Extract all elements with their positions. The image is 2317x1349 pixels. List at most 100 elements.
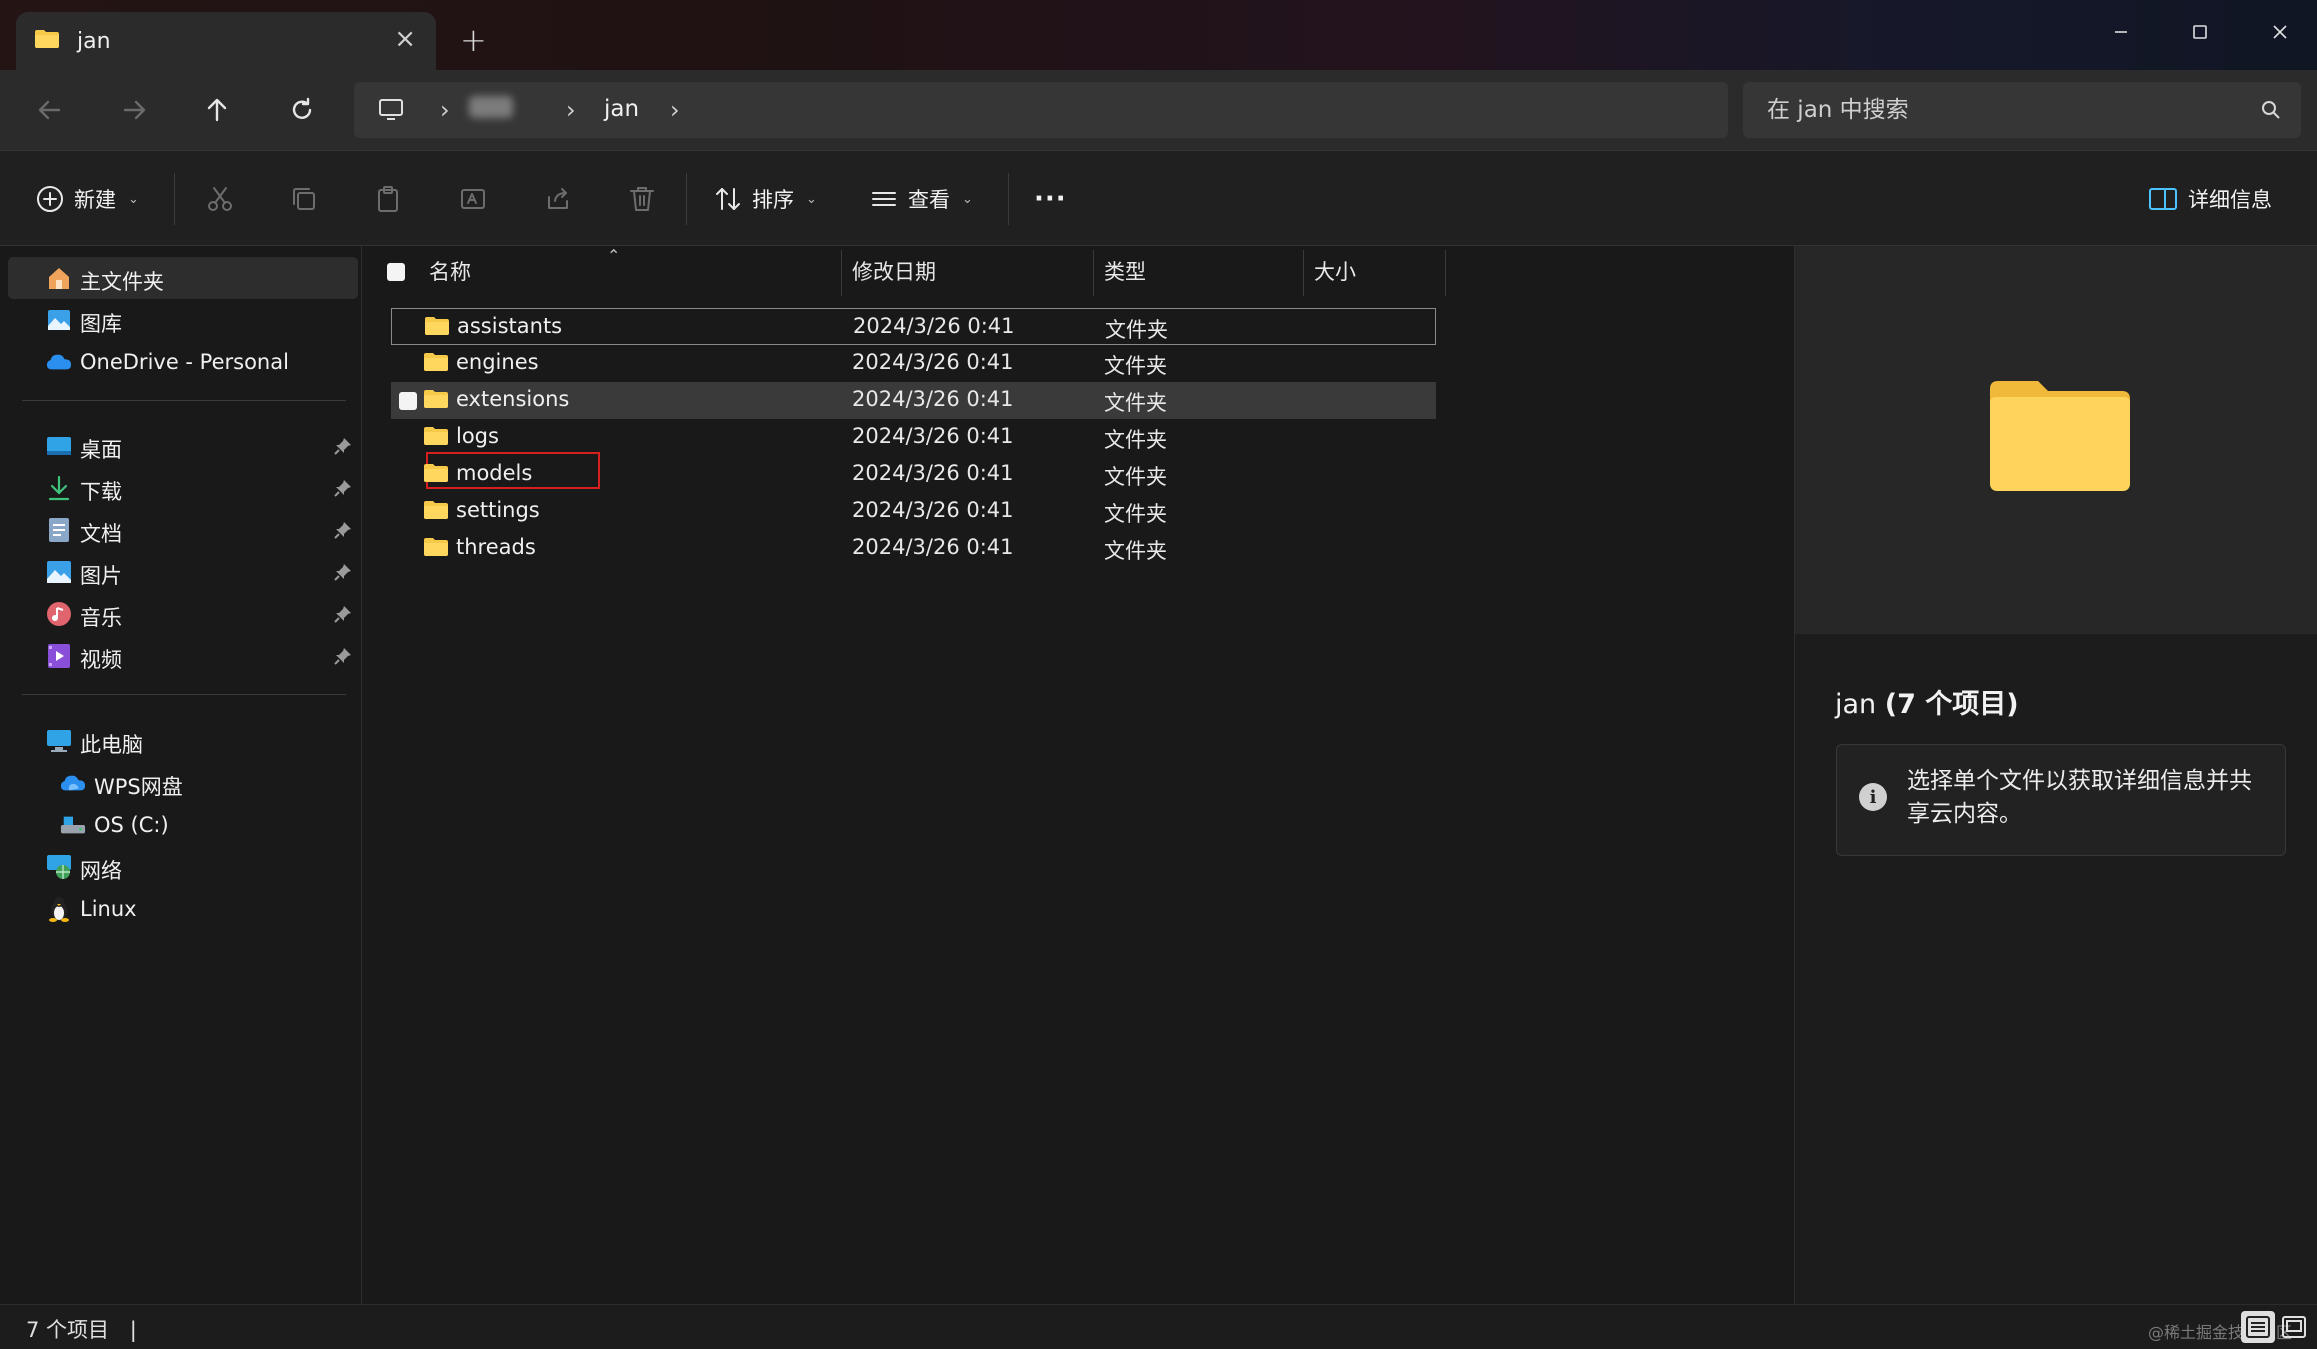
sidebar-item-videos[interactable]: 视频 <box>8 635 358 677</box>
close-tab-icon[interactable]: × <box>394 26 416 52</box>
sidebar-item-documents[interactable]: 文档 <box>8 509 358 551</box>
column-header-name[interactable]: 名称 <box>429 246 903 296</box>
sidebar-item-label: 视频 <box>80 648 122 672</box>
back-button[interactable] <box>30 90 70 130</box>
chevron-right-icon[interactable]: › <box>670 98 680 122</box>
sidebar-item-home[interactable]: 主文件夹 <box>8 257 358 299</box>
sidebar-item-onedrive[interactable]: OneDrive - Personal <box>8 341 358 383</box>
gallery-icon <box>46 307 72 333</box>
pin-icon[interactable] <box>334 479 352 497</box>
share-button[interactable] <box>540 181 576 217</box>
folder-icon <box>35 30 59 48</box>
home-icon <box>46 265 72 291</box>
delete-button[interactable] <box>624 181 660 217</box>
row-checkbox[interactable] <box>399 392 417 410</box>
pin-icon[interactable] <box>334 605 352 623</box>
status-separator: | <box>129 1318 137 1342</box>
sidebar-item-desktop[interactable]: 桌面 <box>8 425 358 467</box>
file-name: logs <box>456 424 499 448</box>
music-icon <box>46 601 72 627</box>
pin-icon[interactable] <box>334 437 352 455</box>
sort-arrows-icon <box>716 188 740 210</box>
table-row[interactable]: logs 2024/3/26 0:41 文件夹 <box>391 419 1436 456</box>
tab-jan[interactable]: jan × <box>16 12 436 70</box>
file-date: 2024/3/26 0:41 <box>852 461 1014 485</box>
title-bar: jan × + <box>0 0 2317 70</box>
address-bar[interactable]: › › jan › <box>354 82 1728 138</box>
copy-icon <box>293 188 315 210</box>
column-divider[interactable] <box>1445 250 1446 296</box>
column-header-type[interactable]: 类型 <box>1104 246 1304 296</box>
rename-button[interactable] <box>455 181 491 217</box>
details-pane-button[interactable]: 详细信息 <box>2148 179 2272 219</box>
pin-icon[interactable] <box>334 647 352 665</box>
info-card: i 选择单个文件以获取详细信息并共享云内容。 <box>1836 744 2286 856</box>
sidebar-item-music[interactable]: 音乐 <box>8 593 358 635</box>
minimize-button[interactable] <box>2098 12 2144 52</box>
item-count-label: 7 个项目 <box>26 1318 110 1342</box>
scissors-icon <box>208 187 232 211</box>
item-count-text: 7 个项目 | <box>26 1314 137 1344</box>
file-date: 2024/3/26 0:41 <box>852 387 1014 411</box>
tiles-view-button[interactable] <box>2277 1311 2311 1343</box>
paste-button[interactable] <box>370 181 406 217</box>
copy-button[interactable] <box>286 181 322 217</box>
chevron-down-icon: ⌄ <box>806 191 817 207</box>
sidebar-item-gallery[interactable]: 图库 <box>8 299 358 341</box>
drive-icon <box>60 812 86 838</box>
details-pane-icon <box>2149 188 2177 210</box>
close-window-button[interactable] <box>2257 12 2303 52</box>
sidebar-item-os-c[interactable]: OS (C:) <box>8 804 358 846</box>
column-divider[interactable] <box>1303 250 1304 296</box>
sort-button[interactable]: 排序 ⌄ <box>714 179 817 219</box>
search-box[interactable] <box>1743 82 2301 138</box>
pin-icon[interactable] <box>334 521 352 539</box>
details-view-button[interactable] <box>2241 1311 2275 1343</box>
sidebar-item-label: 音乐 <box>80 606 122 630</box>
refresh-button[interactable] <box>282 90 322 130</box>
table-row[interactable]: engines 2024/3/26 0:41 文件夹 <box>391 345 1436 382</box>
new-button[interactable]: 新建 ⌄ <box>36 179 139 219</box>
search-input[interactable] <box>1767 92 2237 128</box>
sidebar-item-pictures[interactable]: 图片 <box>8 551 358 593</box>
search-icon[interactable] <box>2261 100 2281 120</box>
forward-button[interactable] <box>114 90 154 130</box>
column-header-date[interactable]: 修改日期 <box>852 246 1092 296</box>
more-options-button[interactable]: ··· <box>1034 179 1067 219</box>
breadcrumb-jan[interactable]: jan <box>604 96 639 122</box>
table-row[interactable]: extensions 2024/3/26 0:41 文件夹 <box>391 382 1436 419</box>
sidebar-item-linux[interactable]: Linux <box>8 888 358 930</box>
sidebar-item-network[interactable]: 网络 <box>8 846 358 888</box>
file-type: 文件夹 <box>1104 354 1167 378</box>
sidebar-item-label: 桌面 <box>80 438 122 462</box>
blurred-path-segment[interactable] <box>469 96 513 118</box>
file-type: 文件夹 <box>1104 428 1167 452</box>
sidebar-item-downloads[interactable]: 下载 <box>8 467 358 509</box>
column-divider[interactable] <box>841 250 842 296</box>
column-header-size[interactable]: 大小 <box>1314 246 1434 296</box>
sidebar-item-label: 图片 <box>80 564 122 588</box>
pictures-icon <box>46 559 72 585</box>
sidebar-item-wps-cloud[interactable]: WPS网盘 <box>8 762 358 804</box>
up-button[interactable] <box>197 90 237 130</box>
table-row[interactable]: models 2024/3/26 0:41 文件夹 <box>391 452 1436 493</box>
view-button[interactable]: 查看 ⌄ <box>870 179 973 219</box>
table-row[interactable]: settings 2024/3/26 0:41 文件夹 <box>391 493 1436 530</box>
maximize-button[interactable] <box>2177 12 2223 52</box>
sidebar-item-label: 网络 <box>80 859 122 883</box>
file-type: 文件夹 <box>1104 465 1167 489</box>
select-all-checkbox[interactable] <box>387 263 405 281</box>
new-tab-button[interactable]: + <box>460 24 487 56</box>
chevron-right-icon[interactable]: › <box>566 98 576 122</box>
table-row[interactable]: threads 2024/3/26 0:41 文件夹 <box>391 530 1436 567</box>
table-row[interactable]: assistants 2024/3/26 0:41 文件夹 <box>391 308 1436 345</box>
column-divider[interactable] <box>1093 250 1094 296</box>
sidebar-item-label: 此电脑 <box>80 733 143 757</box>
toolbar-divider <box>686 173 687 225</box>
cut-button[interactable] <box>202 181 238 217</box>
pin-icon[interactable] <box>334 563 352 581</box>
arrow-left-icon <box>38 100 61 120</box>
chevron-right-icon[interactable]: › <box>440 98 450 122</box>
sidebar-item-this-pc[interactable]: 此电脑 <box>8 720 358 762</box>
status-bar: 7 个项目 | @稀土掘金技术社区 <box>0 1304 2317 1349</box>
